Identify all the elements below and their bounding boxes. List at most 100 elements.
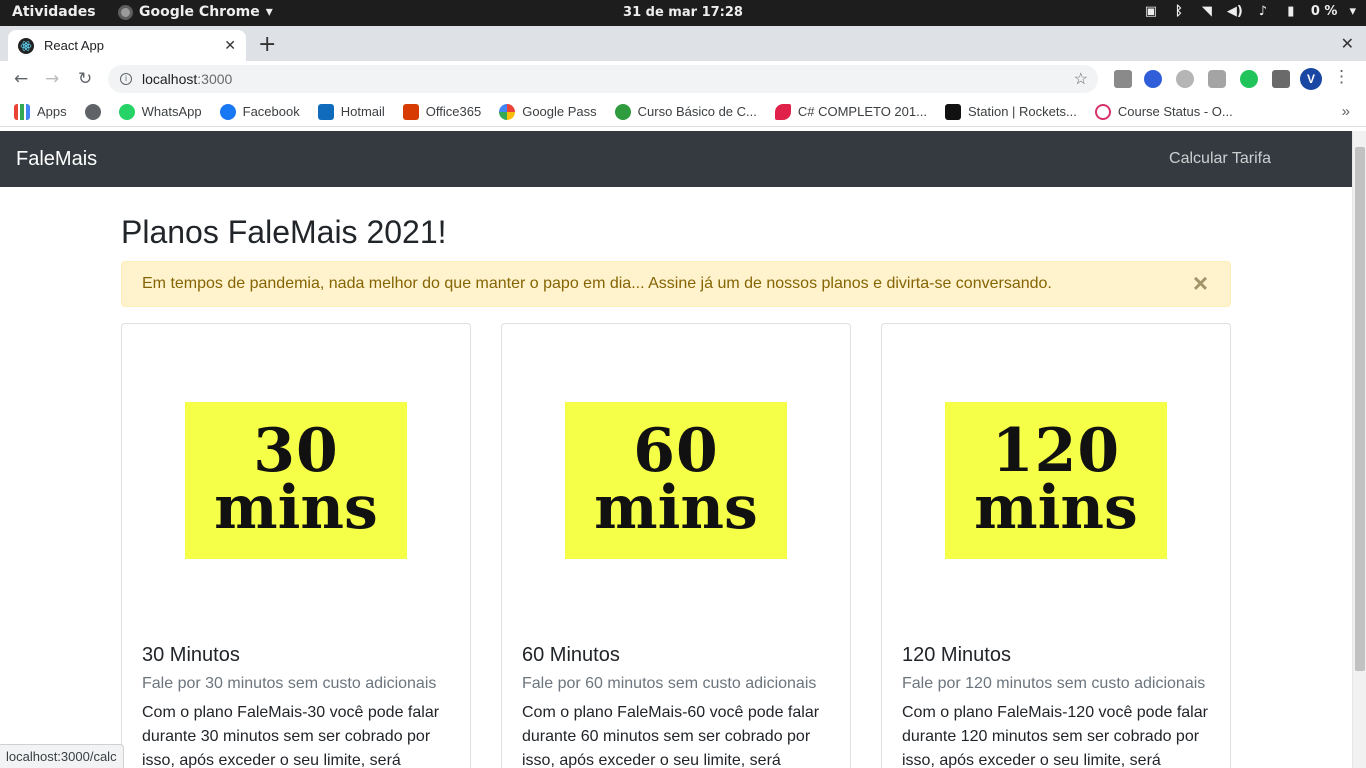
screen-share-icon: ▣: [1144, 3, 1157, 19]
site-info-icon[interactable]: i: [120, 73, 132, 85]
plan-image-number: 120: [991, 416, 1121, 487]
extension-blue-icon[interactable]: [1144, 70, 1162, 88]
bookmark-globe[interactable]: [84, 103, 101, 120]
facebook-icon: [219, 103, 236, 120]
rocketseat-icon: [944, 103, 961, 120]
react-icon: [18, 37, 34, 54]
plan-card-120: 120 mins 120 Minutos Fale por 120 minuto…: [881, 323, 1231, 768]
course-status-icon: [1094, 103, 1111, 120]
plan-image-unit: mins: [974, 473, 1138, 544]
profile-avatar[interactable]: V: [1300, 68, 1322, 90]
plan-image-120: 120 mins: [945, 401, 1167, 559]
bookmark-curso-basico[interactable]: Curso Básico de C...: [614, 103, 757, 120]
new-tab-button[interactable]: +: [258, 32, 276, 57]
extension-plus-icon[interactable]: [1240, 70, 1258, 88]
bookmark-label: WhatsApp: [141, 104, 202, 119]
battery-percent: 0 %: [1310, 3, 1338, 19]
card-body: 120 Minutos Fale por 120 minutos sem cus…: [882, 636, 1230, 768]
system-top-bar: Atividades Google Chrome ▾ 31 de mar 17:…: [0, 0, 1366, 26]
bookmark-label: Hotmail: [340, 104, 385, 119]
course-icon: [614, 103, 631, 120]
link-status-bubble: localhost:3000/calc: [0, 744, 124, 768]
bookmark-label: Office365: [425, 104, 482, 119]
plan-image-number: 60: [633, 416, 719, 487]
plan-image-unit: mins: [594, 473, 758, 544]
bookmark-label: Course Status - O...: [1117, 104, 1233, 119]
browser-toolbar: ← → ↻ i localhost:3000 ☆ V ⋮: [0, 61, 1366, 97]
main-container: Planos FaleMais 2021! Em tempos de pande…: [121, 187, 1231, 768]
bookmark-course-status[interactable]: Course Status - O...: [1094, 103, 1233, 120]
bookmark-label: Google Pass: [522, 104, 597, 119]
plan-image-30: 30 mins: [185, 401, 407, 559]
bluetooth-icon: ᛒ: [1174, 3, 1183, 19]
bookmark-label: Curso Básico de C...: [637, 104, 757, 119]
chevron-double-right-icon[interactable]: »: [1342, 103, 1350, 120]
scrollbar-thumb[interactable]: [1355, 147, 1365, 671]
apps-grid-icon: [14, 103, 30, 120]
bookmark-google-pass[interactable]: Google Pass: [499, 103, 597, 120]
extension-compass-icon[interactable]: [1176, 70, 1194, 88]
bookmarks-bar: Apps WhatsApp Facebook Hotmail Office365…: [0, 97, 1366, 127]
bookmark-office365[interactable]: Office365: [402, 103, 482, 120]
card-text: Com o plano FaleMais-30 você pode falar …: [142, 704, 440, 768]
card-subtitle: Fale por 30 minutos sem custo adicionais: [142, 675, 437, 693]
card-subtitle: Fale por 60 minutos sem custo adicionais: [522, 675, 817, 693]
card-text: Com o plano FaleMais-120 você pode falar…: [902, 704, 1208, 768]
forward-arrow-icon[interactable]: →: [45, 69, 59, 89]
globe-icon: [84, 103, 101, 120]
dropbox-extension-icon[interactable]: [1114, 70, 1132, 88]
outlook-icon: [317, 103, 334, 120]
card-title: 120 Minutos: [902, 644, 1011, 667]
microphone-icon: ♪: [1258, 3, 1267, 19]
back-arrow-icon[interactable]: ←: [14, 69, 28, 89]
promo-alert: Em tempos de pandemia, nada melhor do qu…: [121, 261, 1231, 308]
plan-image-unit: mins: [214, 473, 378, 544]
wifi-icon: ◥: [1201, 3, 1212, 19]
bookmark-hotmail[interactable]: Hotmail: [317, 103, 385, 120]
plan-image-container: 30 mins: [122, 324, 470, 636]
close-tab-icon[interactable]: ✕: [224, 37, 236, 54]
bookmark-apps[interactable]: Apps: [14, 103, 67, 120]
office-icon: [402, 103, 419, 120]
reload-icon[interactable]: ↻: [78, 69, 92, 89]
site-brand[interactable]: FaleMais: [16, 148, 97, 171]
address-bar[interactable]: i localhost:3000 ☆: [108, 65, 1098, 93]
card-subtitle: Fale por 120 minutos sem custo adicionai…: [902, 675, 1206, 693]
battery-icon: ▮: [1287, 3, 1295, 19]
card-text: Com o plano FaleMais-60 você pode falar …: [522, 704, 820, 768]
page-viewport: FaleMais Calcular Tarifa Planos FaleMais…: [0, 131, 1352, 768]
url-host: localhost: [142, 71, 198, 87]
card-title: 30 Minutos: [142, 644, 240, 667]
window-close-icon[interactable]: ✕: [1341, 34, 1354, 54]
bookmark-label: Facebook: [242, 104, 300, 119]
page-scrollbar[interactable]: [1352, 131, 1366, 768]
nav-link-calcular-tarifa[interactable]: Calcular Tarifa: [1169, 150, 1271, 168]
udemy-icon: [774, 103, 791, 120]
more-menu-icon[interactable]: ⋮: [1333, 67, 1350, 87]
plan-card-60: 60 mins 60 Minutos Fale por 60 minutos s…: [501, 323, 851, 768]
bookmark-label: Station | Rockets...: [967, 104, 1077, 119]
system-tray[interactable]: ▣ ᛒ ◥ ◀) ♪ ▮ 0 % ▾: [1143, 3, 1356, 19]
card-body: 60 Minutos Fale por 60 minutos sem custo…: [502, 636, 850, 768]
bookmark-label: C# COMPLETO 201...: [797, 104, 927, 119]
bookmark-facebook[interactable]: Facebook: [219, 103, 300, 120]
plan-image-60: 60 mins: [565, 401, 787, 559]
plan-image-container: 60 mins: [502, 324, 850, 636]
chevron-down-icon: ▾: [1349, 3, 1356, 19]
puzzle-extensions-icon[interactable]: [1272, 70, 1290, 88]
bookmark-whatsapp[interactable]: WhatsApp: [118, 103, 202, 120]
bookmark-station-rocketseat[interactable]: Station | Rockets...: [944, 103, 1077, 120]
plan-image-container: 120 mins: [882, 324, 1230, 636]
bookmark-label: Apps: [37, 104, 67, 119]
extension-shield-icon[interactable]: [1208, 70, 1226, 88]
tab-react-app[interactable]: React App ✕: [8, 30, 246, 61]
bookmark-star-icon[interactable]: ☆: [1074, 69, 1088, 89]
bookmark-csharp-completo[interactable]: C# COMPLETO 201...: [774, 103, 927, 120]
plan-cards: 30 mins 30 Minutos Fale por 30 minutos s…: [121, 323, 1231, 768]
alert-close-icon[interactable]: ×: [1193, 270, 1208, 296]
tab-strip: React App ✕ + ✕: [0, 26, 1366, 61]
site-navbar: FaleMais Calcular Tarifa: [0, 131, 1352, 187]
card-title: 60 Minutos: [522, 644, 620, 667]
volume-icon: ◀): [1226, 3, 1243, 19]
url-port: :3000: [197, 71, 233, 87]
